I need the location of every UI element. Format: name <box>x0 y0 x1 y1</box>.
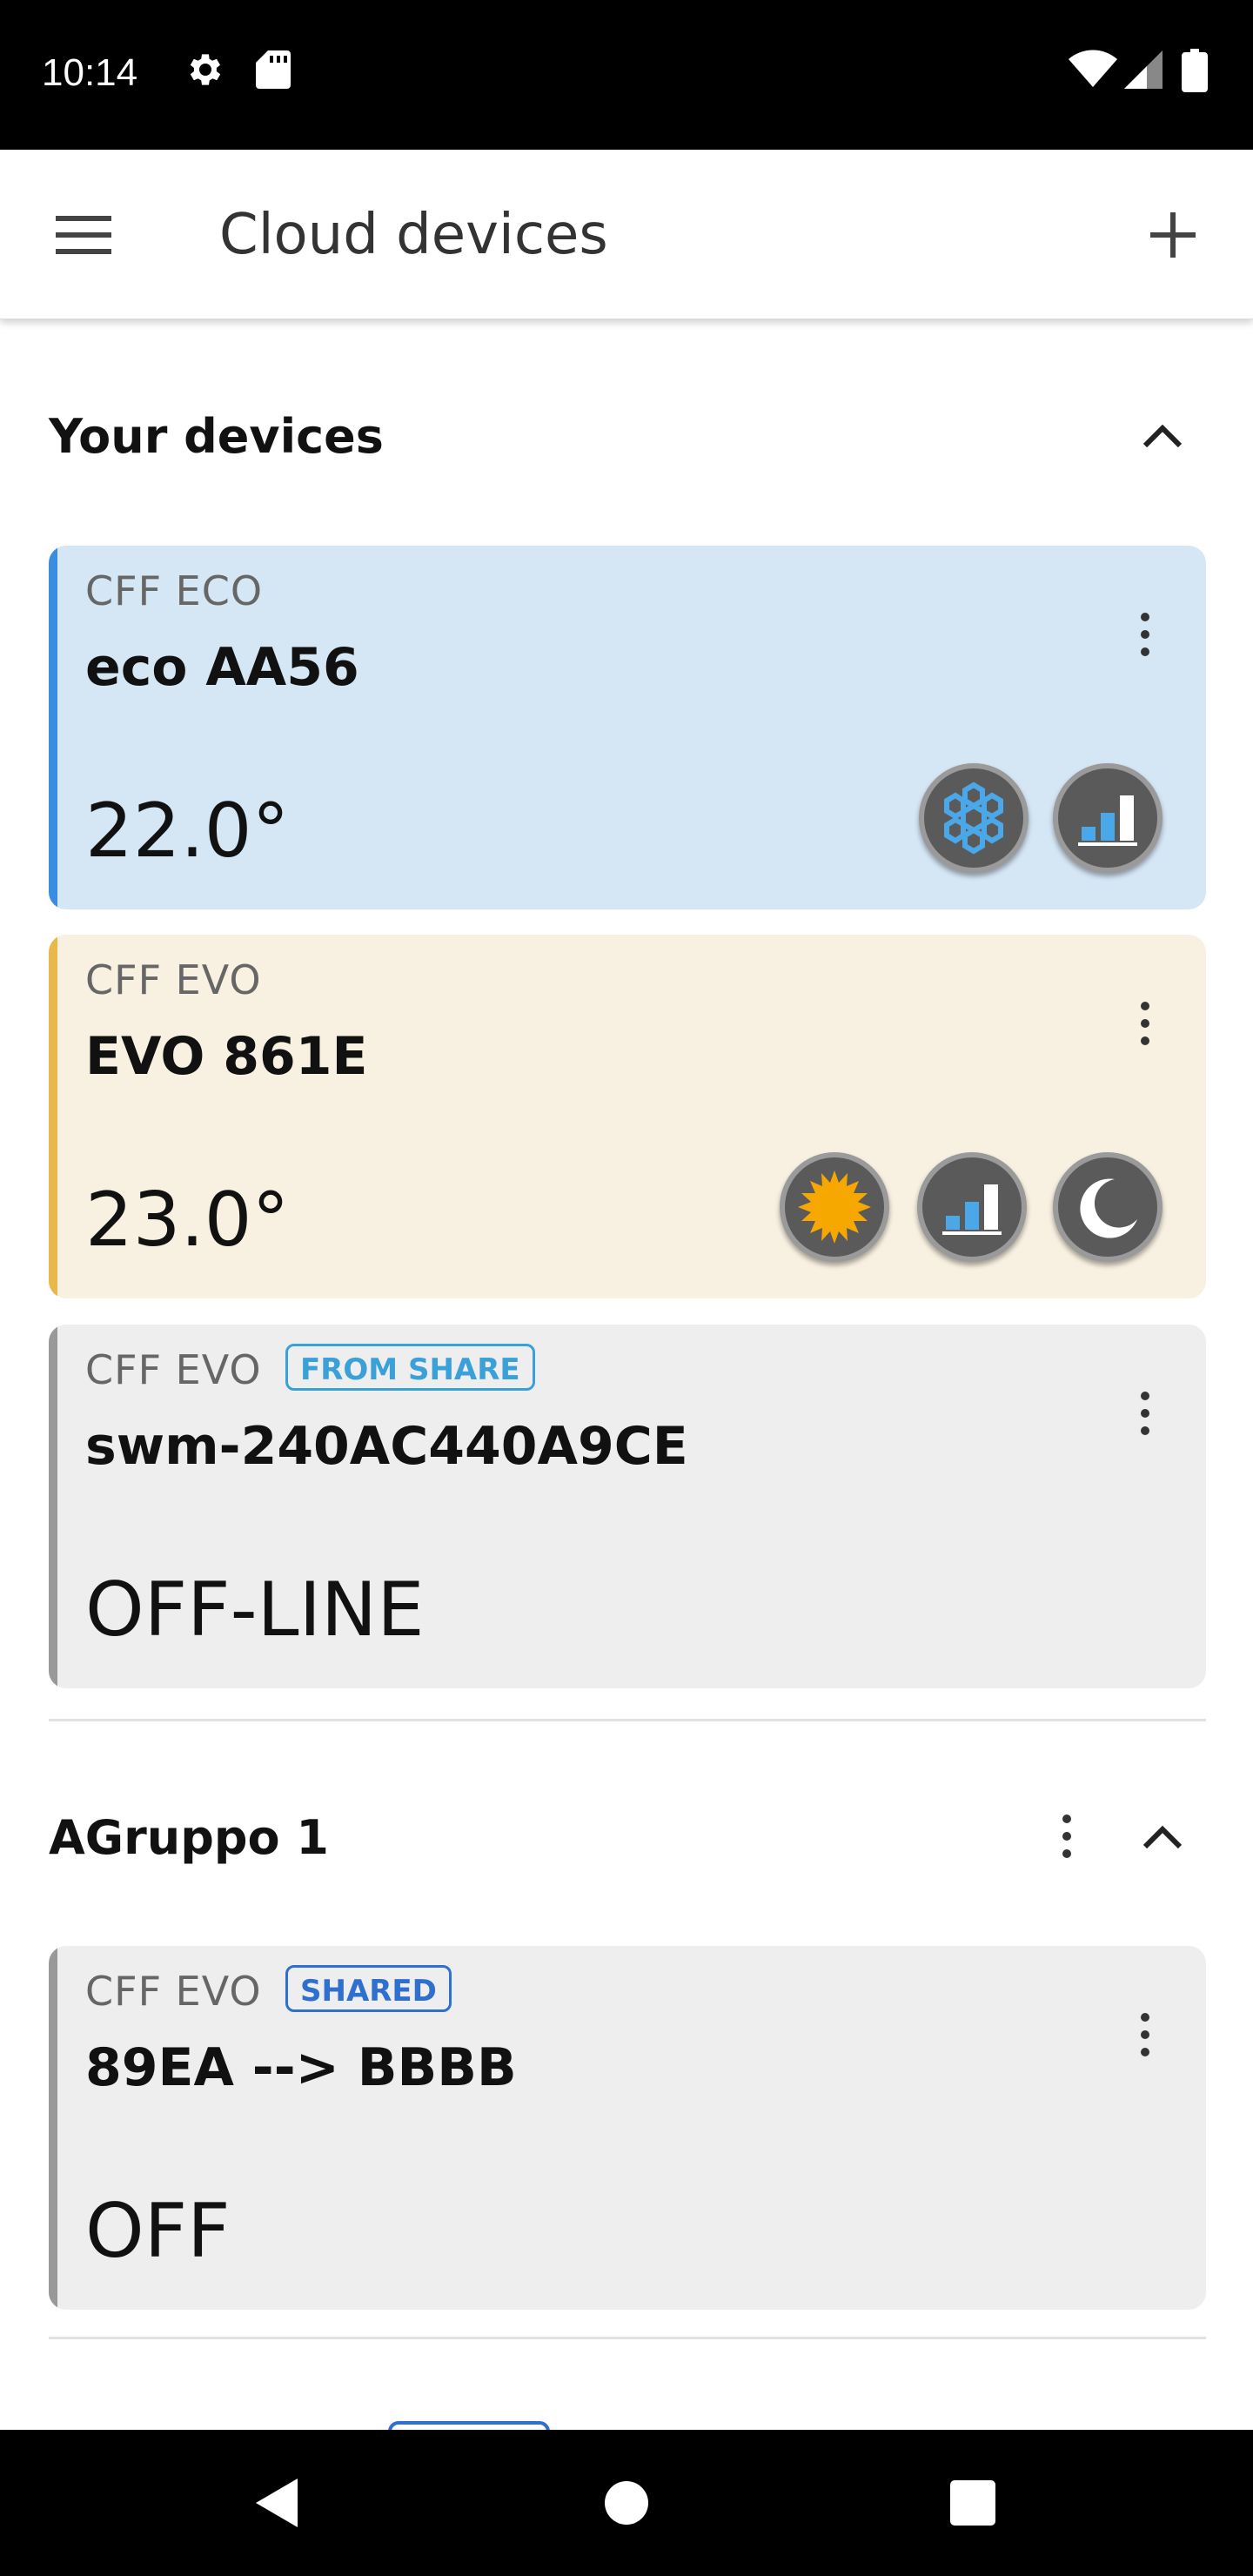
device-model: CFF ECO <box>85 567 264 614</box>
device-name: EVO 861E <box>85 1026 368 1087</box>
device-name: 89EA --> BBBB <box>85 2037 517 2098</box>
home-icon <box>605 2481 648 2525</box>
group-more-button[interactable] <box>1032 1793 1102 1880</box>
sun-icon[interactable] <box>780 1152 889 1262</box>
home-button[interactable] <box>583 2459 670 2546</box>
chevron-up-icon <box>1142 1825 1183 1849</box>
fan-speed-icon[interactable] <box>917 1152 1027 1262</box>
wifi-icon <box>1069 49 1117 94</box>
more-vertical-icon <box>1141 1392 1149 1435</box>
shared-badge: SHARED <box>285 1965 452 2012</box>
device-more-button[interactable] <box>1119 1991 1171 2078</box>
card-stripe <box>49 546 57 909</box>
device-name: swm-240AC440A9CE <box>85 1416 688 1477</box>
cell-signal-icon <box>1122 49 1164 94</box>
battery-icon <box>1182 49 1208 96</box>
add-device-button[interactable] <box>1131 193 1215 277</box>
device-more-button[interactable] <box>1119 1370 1171 1457</box>
device-model: CFF EVO <box>85 956 262 1003</box>
card-stripe <box>49 1946 57 2310</box>
device-card-swm[interactable]: CFF EVO FROM SHARE swm-240AC440A9CE OFF-… <box>49 1325 1206 1688</box>
chevron-up-icon <box>1142 424 1183 448</box>
device-name: eco AA56 <box>85 637 359 698</box>
section-header-your-devices[interactable]: Your devices <box>49 383 1206 487</box>
device-temperature: 22.0° <box>85 788 290 875</box>
page-title: Cloud devices <box>219 203 608 267</box>
moon-icon[interactable] <box>1053 1152 1163 1262</box>
back-icon <box>256 2479 298 2527</box>
fan-speed-icon[interactable] <box>1053 763 1163 873</box>
snowflake-icon[interactable] <box>919 763 1029 873</box>
card-stripe <box>49 1325 57 1688</box>
divider <box>49 2337 1206 2339</box>
divider <box>49 1719 1206 1721</box>
collapse-button[interactable] <box>1119 392 1206 479</box>
device-model: CFF EVO <box>85 1968 262 2015</box>
mode-icons <box>919 763 1163 876</box>
device-more-button[interactable] <box>1119 591 1171 678</box>
device-more-button[interactable] <box>1119 980 1171 1067</box>
section-title: AGruppo 1 <box>49 1810 329 1865</box>
device-card-eco-aa56[interactable]: CFF ECO eco AA56 22.0° <box>49 546 1206 909</box>
device-status: OFF <box>85 2188 231 2275</box>
device-temperature: 23.0° <box>85 1177 290 1264</box>
device-model: CFF EVO <box>85 1346 262 1393</box>
device-card-89ea[interactable]: CFF EVO SHARED 89EA --> BBBB OFF <box>49 1946 1206 2310</box>
more-vertical-icon <box>1141 2013 1149 2056</box>
section-title: Your devices <box>49 409 384 464</box>
more-vertical-icon <box>1141 1002 1149 1045</box>
section-header-agruppo-1[interactable]: AGruppo 1 <box>49 1784 1206 1888</box>
device-card-evo-861e[interactable]: CFF EVO EVO 861E 23.0° <box>49 935 1206 1298</box>
mode-icons <box>780 1152 1163 1265</box>
app-bar: Cloud devices <box>0 150 1253 319</box>
navigation-bar <box>0 2430 1253 2576</box>
sd-card-icon <box>254 49 292 94</box>
recents-button[interactable] <box>929 2459 1016 2546</box>
collapse-button[interactable] <box>1119 1793 1206 1880</box>
more-vertical-icon <box>1062 1815 1071 1858</box>
device-status: OFF-LINE <box>85 1566 425 1654</box>
menu-button[interactable] <box>42 193 125 277</box>
status-time: 10:14 <box>42 51 138 94</box>
card-stripe <box>49 935 57 1298</box>
hamburger-menu-icon <box>56 216 111 254</box>
status-bar: 10:14 <box>0 0 1253 150</box>
from-share-badge: FROM SHARE <box>285 1344 535 1391</box>
more-vertical-icon <box>1141 613 1149 656</box>
gear-icon <box>184 49 226 94</box>
back-button[interactable] <box>235 2459 322 2546</box>
plus-icon <box>1150 212 1196 258</box>
recents-icon <box>950 2480 995 2526</box>
